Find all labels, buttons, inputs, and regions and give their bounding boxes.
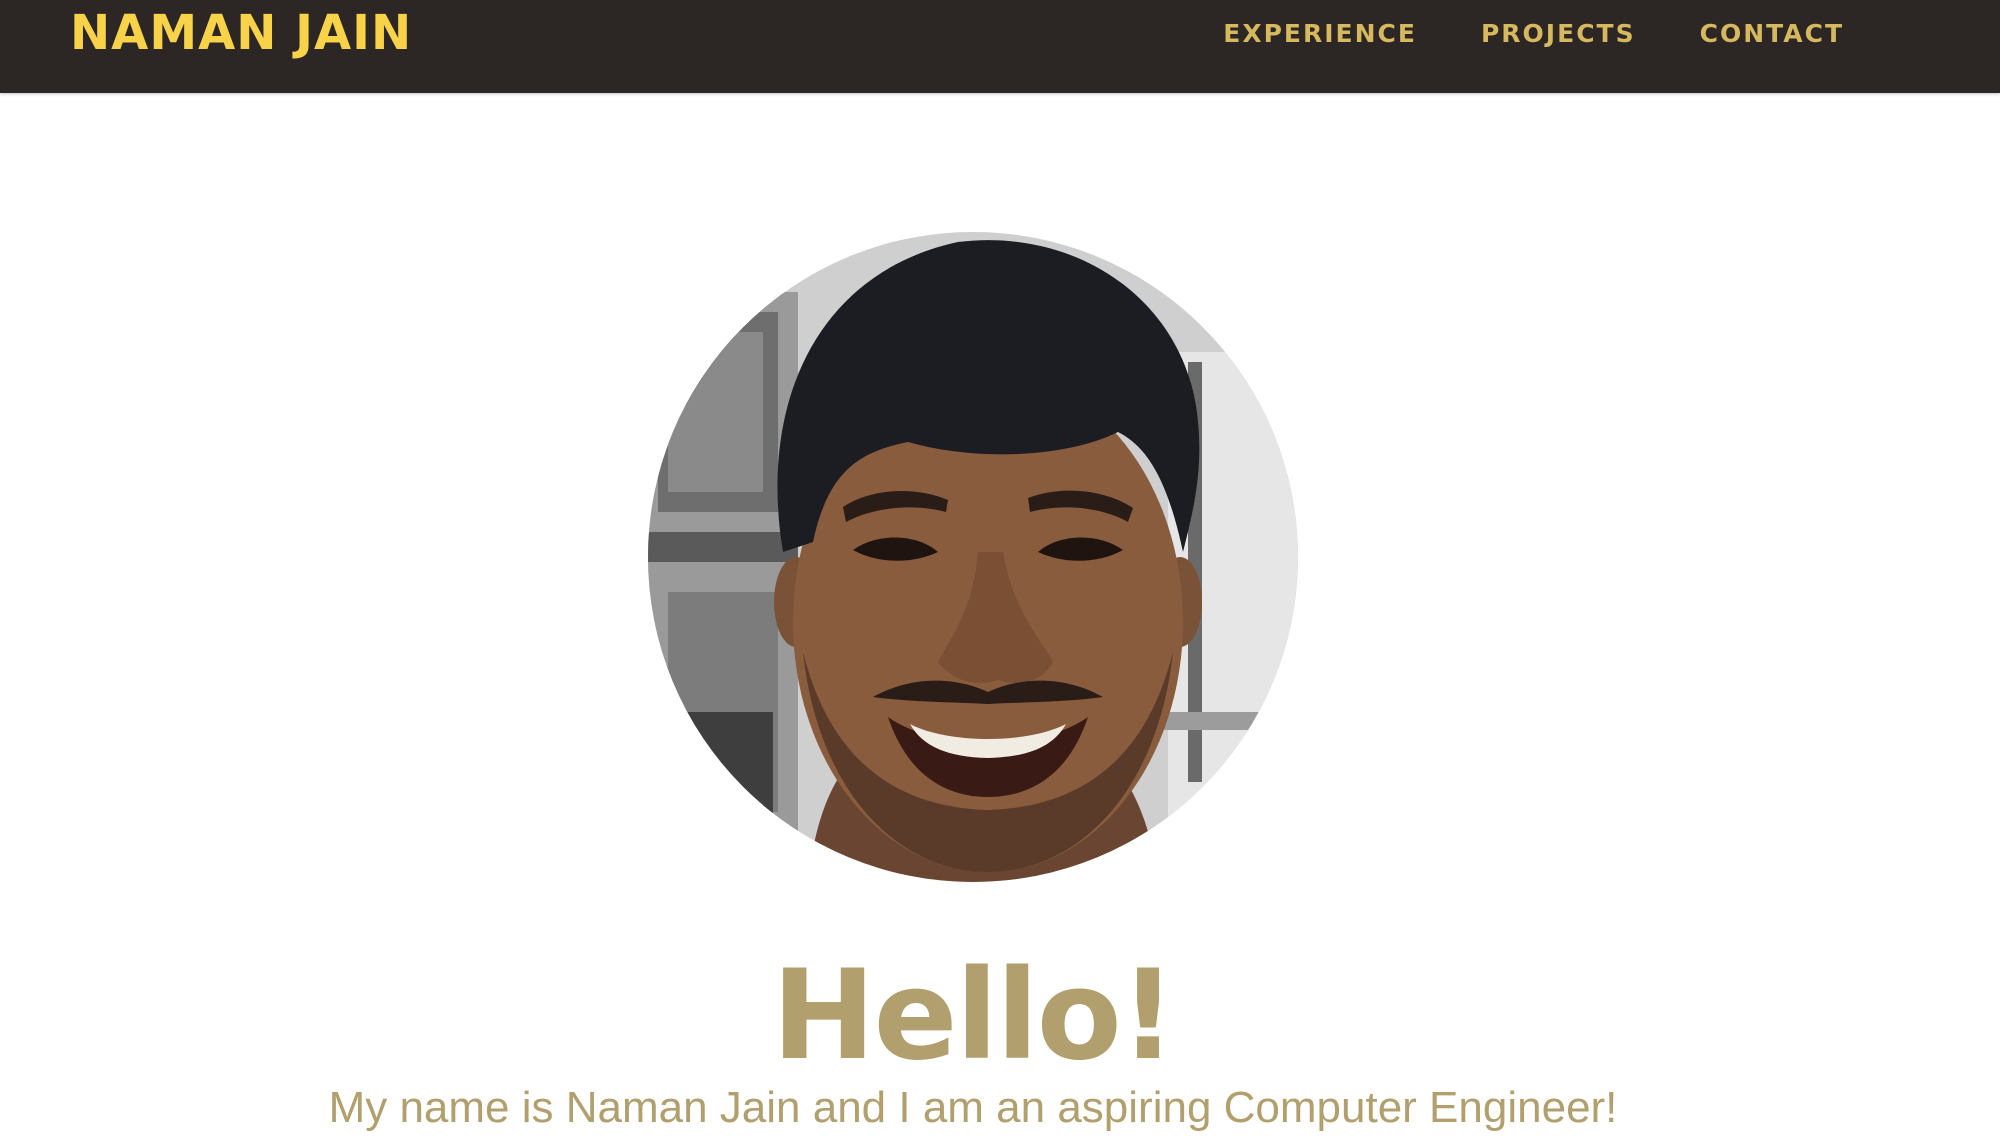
nav-links: EXPERIENCE PROJECTS CONTACT	[1159, 0, 1844, 66]
profile-avatar	[648, 232, 1298, 882]
nav-link-experience[interactable]: EXPERIENCE	[1223, 19, 1417, 48]
hero-intro-text: My name is Naman Jain and I am an aspiri…	[328, 1083, 1618, 1132]
profile-photo-illustration	[648, 232, 1298, 882]
nav-link-contact[interactable]: CONTACT	[1700, 19, 1844, 48]
top-navbar: NAMAN JAIN EXPERIENCE PROJECTS CONTACT	[0, 0, 2000, 93]
nav-link-projects[interactable]: PROJECTS	[1481, 19, 1636, 48]
brand-logo-link[interactable]: NAMAN JAIN	[70, 0, 412, 66]
hero-greeting: Hello!	[771, 944, 1177, 1088]
